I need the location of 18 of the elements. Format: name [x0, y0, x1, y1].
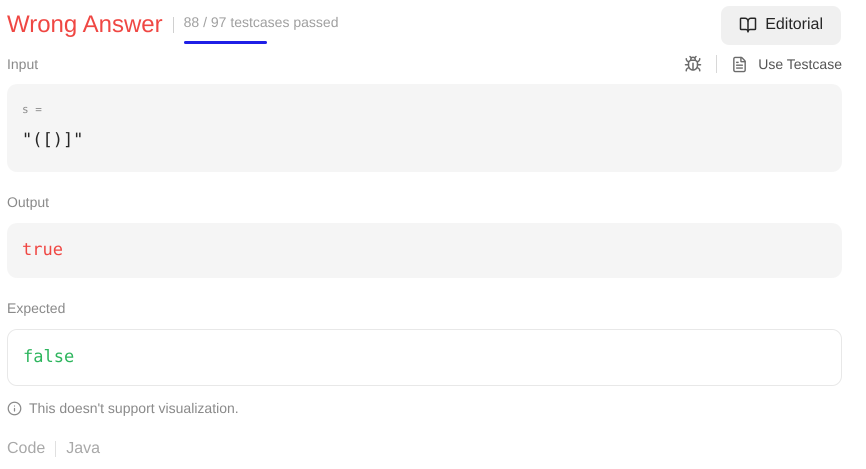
- language-label: Java: [66, 438, 100, 458]
- section-label: Expected: [7, 299, 66, 318]
- code-label: Code: [7, 438, 46, 458]
- section-label: Output: [7, 193, 50, 212]
- value-text: "([)]": [22, 128, 84, 152]
- value-text: true: [22, 238, 64, 262]
- use-testcase-button[interactable]: Use Testcase: [731, 54, 842, 74]
- notice-text: This doesn't support visualization.: [29, 398, 239, 418]
- bug-icon[interactable]: [684, 55, 702, 73]
- info-icon: [7, 400, 22, 416]
- editorial-button[interactable]: Editorial: [721, 6, 841, 44]
- testcases-summary: 88 / 97 testcases passed: [184, 12, 338, 32]
- variable-name: s =: [22, 102, 43, 118]
- document-icon: [731, 56, 748, 72]
- status-title: Wrong Answer: [7, 10, 163, 40]
- value-text: false: [23, 346, 76, 368]
- book-icon: [739, 16, 758, 34]
- section-label: Input: [7, 54, 38, 74]
